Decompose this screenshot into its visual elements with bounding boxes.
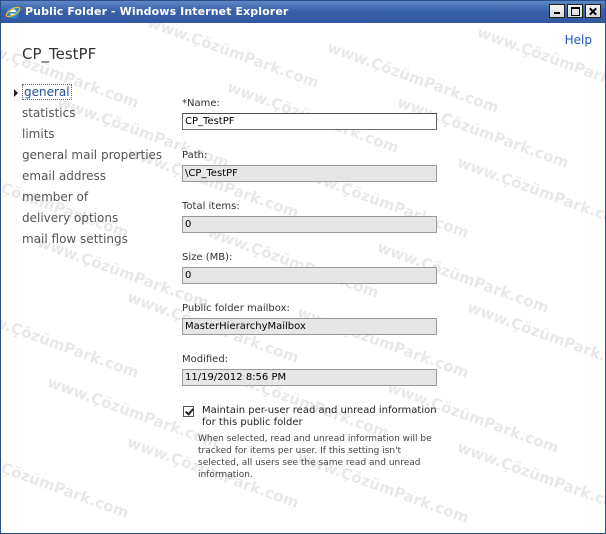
size-field-group: Size (MB):	[182, 252, 437, 284]
name-label: *Name:	[182, 98, 220, 109]
side-nav: general statistics limits general mail p…	[14, 84, 162, 253]
name-input[interactable]	[182, 113, 437, 130]
nav-item-general[interactable]: general	[22, 84, 162, 106]
read-unread-description: When selected, read and unread informati…	[198, 434, 432, 480]
nav-item-email-address[interactable]: email address	[22, 169, 162, 190]
total-items-label: Total items:	[182, 201, 240, 212]
selected-arrow-icon	[14, 89, 18, 97]
nav-item-member-of[interactable]: member of	[22, 190, 162, 211]
path-field[interactable]	[182, 165, 437, 182]
nav-item-mail-flow-settings[interactable]: mail flow settings	[22, 232, 162, 253]
watermark-text: www.ÇözümPark.com	[464, 298, 605, 377]
browser-window: Public Folder - Windows Internet Explore…	[0, 0, 606, 534]
name-field-group: *Name:	[182, 98, 437, 130]
mailbox-label: Public folder mailbox:	[182, 303, 290, 314]
total-items-field[interactable]	[182, 216, 437, 233]
path-label: Path:	[182, 150, 208, 161]
nav-item-delivery-options[interactable]: delivery options	[22, 211, 162, 232]
close-icon[interactable]	[585, 4, 601, 18]
modified-field[interactable]	[182, 369, 437, 386]
nav-item-statistics[interactable]: statistics	[22, 106, 162, 127]
size-label: Size (MB):	[182, 252, 233, 263]
ie-icon	[5, 6, 21, 19]
nav-item-limits[interactable]: limits	[22, 127, 162, 148]
window-title: Public Folder - Windows Internet Explore…	[25, 5, 289, 18]
read-unread-checkbox[interactable]	[183, 406, 194, 417]
mailbox-field[interactable]	[182, 318, 437, 335]
window-controls	[549, 4, 601, 20]
size-field[interactable]	[182, 267, 437, 284]
nav-item-general-mail-properties[interactable]: general mail properties	[22, 148, 162, 169]
watermark-text: www.ÇözümPark.com	[1, 443, 132, 522]
modified-label: Modified:	[182, 354, 229, 365]
page-title: CP_TestPF	[22, 45, 97, 63]
watermark-text: www.ÇözümPark.com	[454, 438, 605, 517]
title-bar: Public Folder - Windows Internet Explore…	[1, 1, 605, 23]
total-items-field-group: Total items:	[182, 201, 437, 233]
read-unread-label[interactable]: Maintain per-user read and unread inform…	[202, 405, 442, 429]
maximize-icon[interactable]	[567, 4, 583, 18]
mailbox-field-group: Public folder mailbox:	[182, 303, 437, 335]
watermark-text: www.ÇözümPark.com	[454, 153, 605, 232]
help-link[interactable]: Help	[565, 33, 592, 47]
modified-field-group: Modified:	[182, 354, 437, 386]
path-field-group: Path:	[182, 150, 437, 182]
watermark-text: www.ÇözümPark.com	[144, 23, 322, 92]
minimize-icon[interactable]	[549, 4, 565, 18]
watermark-text: www.ÇözümPark.com	[1, 303, 142, 382]
